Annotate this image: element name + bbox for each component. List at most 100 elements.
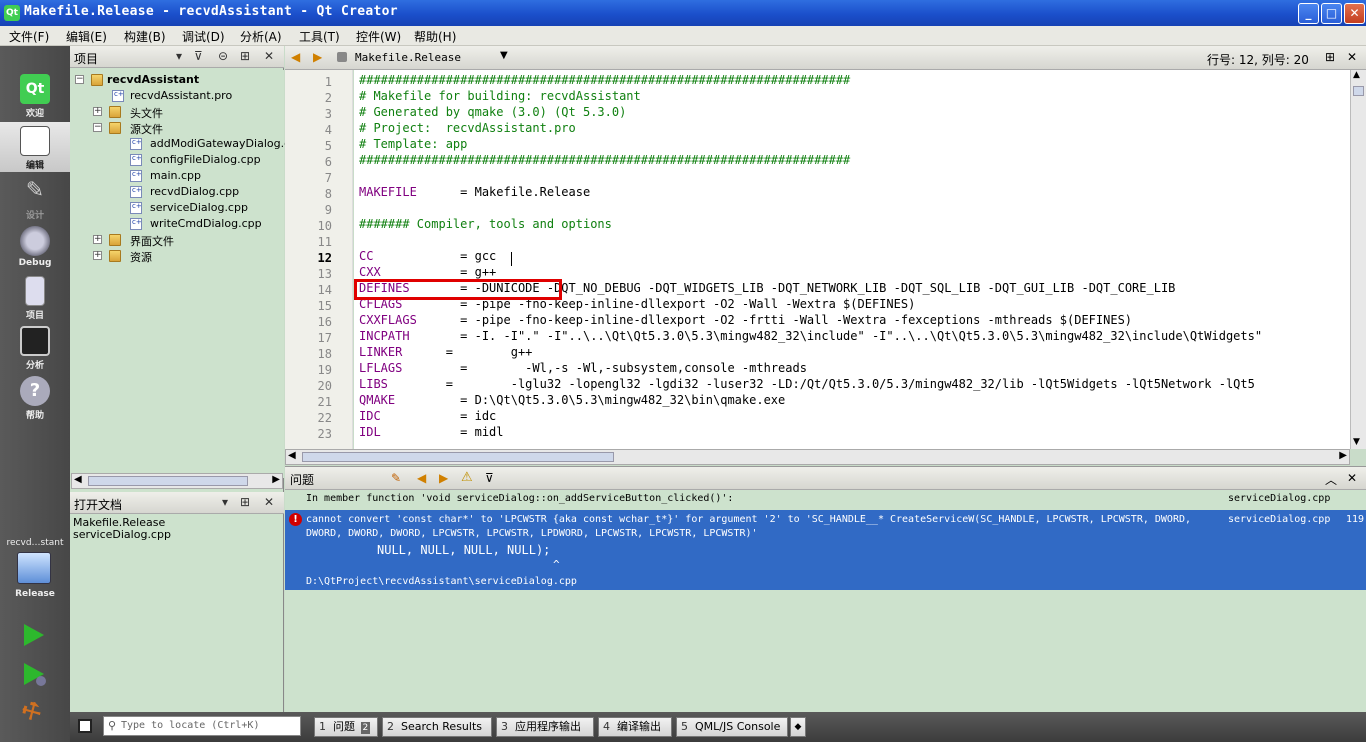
- expand-icon[interactable]: +: [93, 107, 102, 116]
- mode-label: Debug: [18, 258, 52, 268]
- forward-arrow-icon[interactable]: ▶: [313, 50, 322, 64]
- line-number: 19: [317, 363, 332, 377]
- output-tab-issues[interactable]: 1 问题 2: [314, 717, 378, 737]
- editor-toolbar: ◀ ▶ Makefile.Release ▼ 行号: 12, 列号: 20 ⊞ …: [285, 46, 1366, 70]
- split-icon[interactable]: ⊞: [240, 495, 250, 509]
- mode-edit[interactable]: 编辑: [0, 122, 70, 172]
- current-file-selector[interactable]: Makefile.Release: [355, 51, 461, 64]
- mode-projects[interactable]: 项目: [0, 272, 70, 322]
- close-button[interactable]: ✕: [1344, 3, 1365, 24]
- output-tab-qml-console[interactable]: 5 QML/JS Console: [676, 717, 788, 737]
- project-tree-hscrollbar[interactable]: ◀ ▶: [71, 473, 283, 489]
- make-value: = gcc: [373, 249, 497, 263]
- next-issue-icon[interactable]: ▶: [439, 471, 448, 485]
- line-number: 12: [317, 251, 332, 265]
- menu-debug[interactable]: 调试(D): [182, 28, 225, 45]
- line-number: 21: [317, 395, 332, 409]
- open-docs-dropdown-chevron-icon[interactable]: ▾: [222, 495, 228, 509]
- tree-item-label: writeCmdDialog.cpp: [150, 217, 262, 230]
- mode-analyze[interactable]: 分析: [0, 322, 70, 372]
- close-editor-icon[interactable]: ✕: [1347, 50, 1357, 64]
- output-tab-search-results[interactable]: 2 Search Results: [382, 717, 492, 737]
- mode-design[interactable]: ✎ 设计: [0, 172, 70, 222]
- maximize-button[interactable]: □: [1321, 3, 1342, 24]
- toggle-sidebar-icon[interactable]: [78, 719, 92, 733]
- menu-edit[interactable]: 编辑(E): [66, 28, 107, 45]
- code-editor[interactable]: ########################################…: [354, 70, 1350, 449]
- mode-welcome[interactable]: Qt 欢迎: [0, 70, 70, 120]
- expand-icon[interactable]: +: [93, 235, 102, 244]
- file-selector-chevron-icon[interactable]: ▼: [500, 50, 508, 61]
- cpp-file-icon: [130, 138, 142, 150]
- scroll-up-icon[interactable]: ▲: [1353, 70, 1360, 80]
- open-doc-item[interactable]: serviceDialog.cpp: [73, 528, 171, 541]
- output-tab-compile-output[interactable]: 4 编译输出: [598, 717, 672, 737]
- line-number: 23: [317, 427, 332, 441]
- scroll-left-icon[interactable]: ◀: [74, 474, 82, 485]
- build-target-selector-icon[interactable]: [17, 552, 51, 584]
- run-icon[interactable]: [24, 624, 44, 646]
- clear-issues-icon[interactable]: ✎: [391, 471, 401, 485]
- make-value: = -Wl,-s -Wl,-subsystem,console -mthread…: [402, 361, 807, 375]
- editor-vscrollbar[interactable]: ▲ ▼: [1350, 70, 1366, 449]
- filter-icon[interactable]: ⊽: [485, 471, 494, 485]
- folder-icon: [109, 250, 121, 262]
- code-line: QMAKE = D:\Qt\Qt5.3.0\5.3\mingw482_32\bi…: [359, 392, 785, 408]
- minimize-button[interactable]: _: [1298, 3, 1319, 24]
- output-tab-app-output[interactable]: 3 应用程序输出: [496, 717, 594, 737]
- menu-build[interactable]: 构建(B): [124, 28, 166, 45]
- scroll-down-icon[interactable]: ▼: [1353, 437, 1360, 447]
- more-tabs-chevron-icon[interactable]: ◆: [790, 717, 806, 737]
- make-variable: LFLAGS: [359, 361, 403, 375]
- code-line: MAKEFILE = Makefile.Release: [359, 184, 590, 200]
- scroll-thumb[interactable]: [302, 452, 614, 462]
- menu-file[interactable]: 文件(F): [9, 28, 49, 45]
- warning-filter-icon[interactable]: ⚠: [461, 470, 473, 485]
- close-pane-icon[interactable]: ✕: [264, 495, 274, 509]
- mode-help[interactable]: ? 帮助: [0, 372, 70, 422]
- expand-icon[interactable]: +: [93, 251, 102, 260]
- tree-item-label: 源文件: [130, 123, 163, 136]
- code-line: IDC = idc: [359, 408, 496, 424]
- back-arrow-icon[interactable]: ◀: [291, 50, 300, 64]
- issue-context-row[interactable]: In member function 'void serviceDialog::…: [285, 490, 1366, 510]
- link-icon[interactable]: ⊝: [218, 49, 228, 63]
- code-line: LINKER = g++: [359, 344, 532, 360]
- window-title: Makefile.Release - recvdAssistant - Qt C…: [24, 4, 398, 19]
- scroll-left-icon[interactable]: ◀: [288, 450, 296, 461]
- menu-widgets[interactable]: 控件(W): [356, 28, 401, 45]
- error-message-line2: DWORD, DWORD, DWORD, LPCWSTR, LPCWSTR, L…: [306, 528, 758, 539]
- filter-icon[interactable]: ⊽: [194, 49, 203, 63]
- maximize-pane-icon[interactable]: ︿: [1325, 471, 1337, 488]
- scroll-thumb[interactable]: [88, 476, 248, 486]
- scroll-right-icon[interactable]: ▶: [272, 474, 280, 485]
- editor-hscrollbar[interactable]: ◀ ▶: [285, 449, 1350, 465]
- line-number: 6: [324, 155, 332, 169]
- menu-analyze[interactable]: 分析(A): [240, 28, 282, 45]
- code-line: LIBS = -lglu32 -lopengl32 -lgdi32 -luser…: [359, 376, 1255, 392]
- issue-error-row[interactable]: ! cannot convert 'const char*' to 'LPCWS…: [285, 510, 1366, 590]
- view-dropdown-chevron-icon[interactable]: ▾: [176, 49, 182, 63]
- split-icon[interactable]: ⊞: [240, 49, 250, 63]
- split-editor-icon[interactable]: ⊞: [1325, 50, 1335, 64]
- menu-help[interactable]: 帮助(H): [414, 28, 456, 45]
- tree-item-label: recvdDialog.cpp: [150, 185, 240, 198]
- project-pane: 项目 ▾ ⊽ ⊝ ⊞ ✕ − recvdAssistant recvdAssis…: [70, 46, 304, 712]
- build-hammer-icon[interactable]: ⚒: [17, 695, 52, 728]
- prev-issue-icon[interactable]: ◀: [417, 471, 426, 485]
- scroll-thumb[interactable]: [1353, 86, 1364, 96]
- close-pane-icon[interactable]: ✕: [1347, 471, 1357, 485]
- make-variable: LIBS: [359, 377, 388, 391]
- issue-context-text: In member function 'void serviceDialog::…: [306, 493, 734, 504]
- menu-tools[interactable]: 工具(T): [299, 28, 340, 45]
- collapse-icon[interactable]: −: [75, 75, 84, 84]
- locate-input[interactable]: ⚲ Type to locate (Ctrl+K): [103, 716, 301, 736]
- collapse-icon[interactable]: −: [93, 123, 102, 132]
- scroll-right-icon[interactable]: ▶: [1339, 450, 1347, 461]
- cpp-file-icon: [130, 186, 142, 198]
- line-number: 2: [324, 91, 332, 105]
- close-pane-icon[interactable]: ✕: [264, 49, 274, 63]
- line-number: 5: [324, 139, 332, 153]
- mode-debug[interactable]: Debug: [0, 222, 70, 272]
- code-text: # Template: app: [359, 137, 468, 151]
